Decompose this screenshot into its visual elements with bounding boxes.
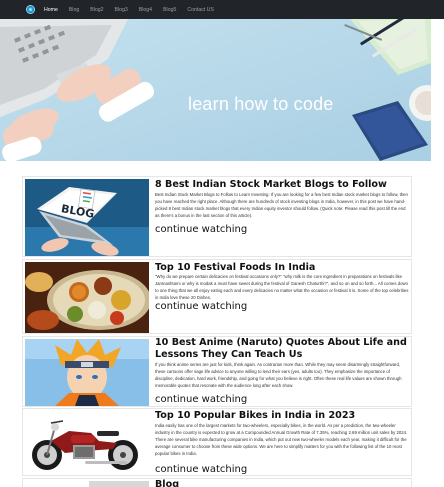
nav-home[interactable]: Home bbox=[44, 7, 58, 13]
hero-desk-illustration bbox=[0, 19, 431, 161]
post-excerpt: Best Indian Stock Market Blogs to Follow… bbox=[155, 192, 408, 218]
navbar: Home Blog Blog2 Blog3 Blog4 Blog5 Contac… bbox=[0, 0, 444, 19]
nav-contact-us[interactable]: Contact US bbox=[187, 7, 214, 13]
nav-blog4[interactable]: Blog4 bbox=[139, 7, 152, 13]
continue-watching-link[interactable]: continue watching bbox=[155, 394, 247, 405]
post-title[interactable]: Top 10 Popular Bikes in India in 2023 bbox=[155, 410, 409, 422]
post-excerpt: If you think anime series are just for k… bbox=[155, 362, 402, 388]
post-title[interactable]: 10 Best Anime (Naruto) Quotes About Life… bbox=[155, 337, 409, 361]
post-card[interactable]: Top 10 Popular Bikes in India in 2023 In… bbox=[22, 408, 412, 476]
post-thumbnail[interactable]: BLOG bbox=[25, 179, 149, 256]
hero-title: learn how to code bbox=[188, 94, 334, 114]
post-title[interactable]: 8 Best Indian Stock Market Blogs to Foll… bbox=[155, 179, 409, 191]
post-thumbnail[interactable] bbox=[25, 262, 149, 333]
post-card[interactable]: Blog bbox=[22, 478, 412, 487]
motorcycle-icon bbox=[25, 411, 149, 475]
post-card[interactable]: 10 Best Anime (Naruto) Quotes About Life… bbox=[22, 336, 412, 407]
site-logo-icon[interactable] bbox=[26, 5, 35, 14]
post-thumbnail[interactable] bbox=[89, 481, 149, 487]
nav-blog2[interactable]: Blog2 bbox=[90, 7, 103, 13]
continue-watching-link[interactable]: continue watching bbox=[155, 464, 247, 475]
post-thumbnail[interactable] bbox=[25, 411, 149, 475]
post-excerpt: India easily has one of the largest mark… bbox=[155, 423, 408, 456]
nav-blog5[interactable]: Blog5 bbox=[163, 7, 176, 13]
post-excerpt: "Why do we prepare certain delicacies on… bbox=[155, 274, 409, 300]
hero-banner: learn how to code bbox=[0, 19, 431, 161]
continue-watching-link[interactable]: continue watching bbox=[155, 224, 247, 235]
nav-blog[interactable]: Blog bbox=[69, 7, 79, 13]
continue-watching-link[interactable]: continue watching bbox=[155, 301, 247, 312]
post-title[interactable]: Blog bbox=[155, 479, 409, 487]
post-card[interactable]: BLOG 8 Best Indian Stock Market Blogs to… bbox=[22, 176, 412, 257]
post-title[interactable]: Top 10 Festival Foods In India bbox=[155, 262, 409, 274]
nav-blog3[interactable]: Blog3 bbox=[115, 7, 128, 13]
post-thumbnail[interactable] bbox=[25, 339, 149, 406]
post-card[interactable]: Top 10 Festival Foods In India "Why do w… bbox=[22, 259, 412, 334]
